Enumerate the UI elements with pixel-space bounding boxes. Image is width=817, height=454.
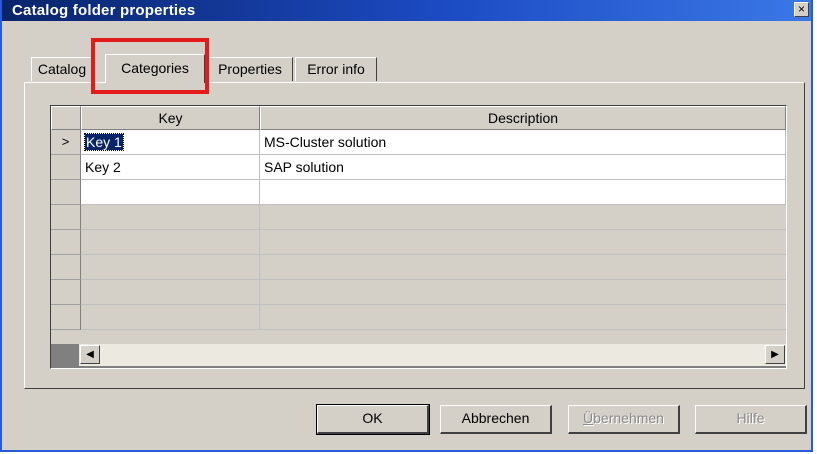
grid-corner xyxy=(51,106,81,130)
empty-row xyxy=(81,230,786,255)
row-header[interactable] xyxy=(51,155,81,180)
window-title: Catalog folder properties xyxy=(12,2,196,19)
tab-error-info[interactable]: Error info xyxy=(295,57,377,81)
cell-key[interactable]: Key 1 xyxy=(81,130,260,155)
tab-catalog[interactable]: Catalog xyxy=(31,57,93,81)
cancel-button[interactable]: Abbrechen xyxy=(440,405,552,434)
dialog-window: Catalog folder properties × Catalog Cate… xyxy=(0,0,813,452)
row-header[interactable] xyxy=(51,180,81,205)
empty-row xyxy=(81,205,786,230)
arrow-left-icon[interactable]: ◀ xyxy=(80,345,100,364)
row-header xyxy=(51,305,81,330)
close-icon[interactable]: × xyxy=(794,2,809,17)
row-header xyxy=(51,230,81,255)
cell-description-new[interactable] xyxy=(260,180,786,205)
horizontal-scrollbar[interactable]: ◀ ▶ xyxy=(79,344,786,366)
cell-description[interactable]: SAP solution xyxy=(260,155,786,180)
empty-row xyxy=(81,305,786,330)
column-header-key[interactable]: Key xyxy=(81,106,260,130)
row-header xyxy=(51,280,81,305)
categories-grid[interactable]: Key Description > Key 1 MS-Cluster solut… xyxy=(50,105,787,369)
title-bar[interactable]: Catalog folder properties × xyxy=(2,0,811,21)
apply-button[interactable]: Übernehmen xyxy=(568,405,680,434)
cell-key[interactable]: Key 2 xyxy=(81,155,260,180)
empty-row xyxy=(81,255,786,280)
cell-description[interactable]: MS-Cluster solution xyxy=(260,130,786,155)
tab-properties[interactable]: Properties xyxy=(207,57,293,81)
red-highlight-box xyxy=(91,38,209,94)
column-header-description[interactable]: Description xyxy=(260,106,786,130)
cell-key-new[interactable] xyxy=(81,180,260,205)
empty-row xyxy=(81,280,786,305)
row-header xyxy=(51,205,81,230)
ok-button[interactable]: OK xyxy=(316,404,430,435)
arrow-right-icon[interactable]: ▶ xyxy=(765,345,785,364)
row-header xyxy=(51,255,81,280)
help-button[interactable]: Hilfe xyxy=(695,405,807,434)
row-indicator[interactable]: > xyxy=(51,130,81,155)
